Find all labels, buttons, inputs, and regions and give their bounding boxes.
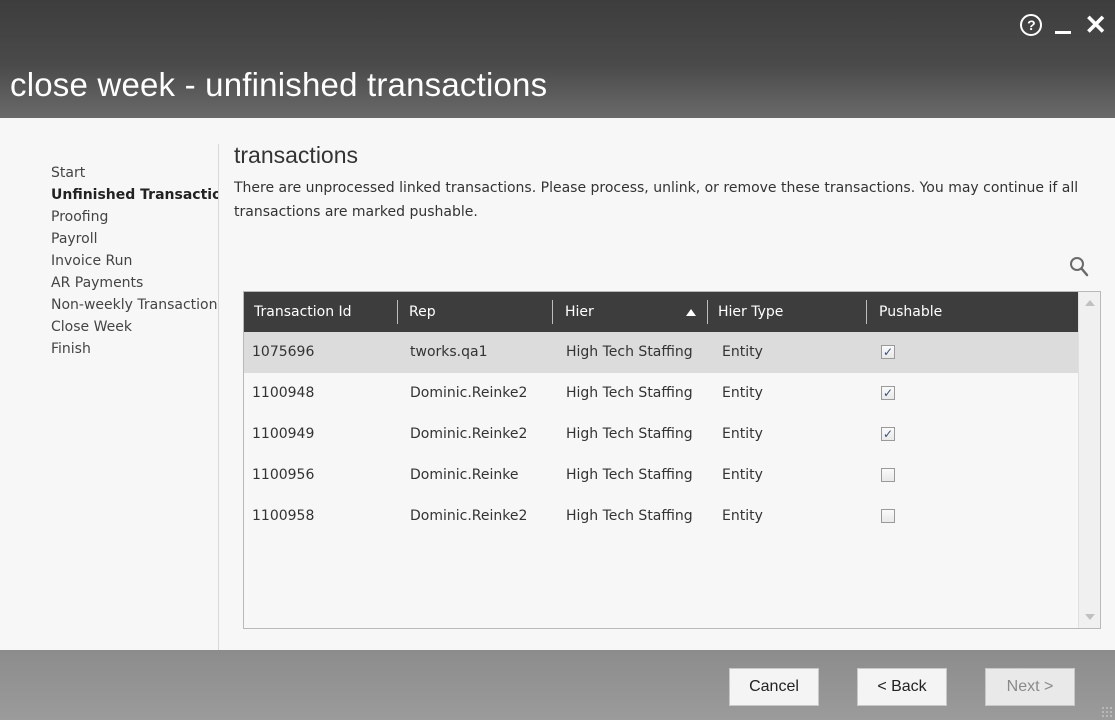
window-title: close week - unfinished transactions — [10, 66, 548, 103]
title-bar: close week - unfinished transactions ? ✕ — [0, 0, 1115, 118]
column-header-transaction-id[interactable]: Transaction Id — [244, 292, 396, 332]
wizard-footer: Cancel < Back Next > — [0, 650, 1115, 720]
table-row[interactable]: 1100949 Dominic.Reinke2 High Tech Staffi… — [244, 414, 1078, 455]
cell-transaction-id: 1100956 — [252, 467, 315, 483]
column-header-hier[interactable]: Hier — [555, 292, 707, 332]
next-button[interactable]: Next > — [985, 668, 1075, 706]
scroll-down-icon[interactable] — [1085, 614, 1095, 620]
step-proofing[interactable]: Proofing — [51, 206, 219, 228]
help-icon[interactable]: ? — [1020, 14, 1043, 36]
cell-transaction-id: 1100958 — [252, 508, 315, 524]
step-ar-payments[interactable]: AR Payments — [51, 272, 219, 294]
cell-hier: High Tech Staffing — [566, 467, 693, 483]
step-payroll[interactable]: Payroll — [51, 228, 219, 250]
table-row[interactable]: 1075696 tworks.qa1 High Tech Staffing En… — [244, 332, 1078, 373]
resize-grip-icon[interactable] — [1101, 706, 1113, 718]
column-header-pushable[interactable]: Pushable — [869, 292, 1049, 332]
cell-transaction-id: 1100949 — [252, 426, 315, 442]
search-icon[interactable] — [1069, 256, 1089, 278]
wizard-steps-nav: Start Unfinished Transactions Proofing P… — [51, 162, 219, 360]
column-separator — [397, 300, 398, 324]
cell-hier: High Tech Staffing — [566, 426, 693, 442]
cell-hier: High Tech Staffing — [566, 508, 693, 524]
step-non-weekly-transactions[interactable]: Non-weekly Transactions — [51, 294, 219, 316]
cell-rep: tworks.qa1 — [410, 344, 488, 360]
grid-rows: 1075696 tworks.qa1 High Tech Staffing En… — [244, 332, 1078, 537]
step-start[interactable]: Start — [51, 162, 219, 184]
section-description: There are unprocessed linked transaction… — [234, 180, 1079, 220]
cancel-button[interactable]: Cancel — [729, 668, 819, 706]
section-title: transactions — [234, 142, 359, 168]
sort-ascending-icon — [686, 309, 696, 316]
step-finish[interactable]: Finish — [51, 338, 219, 360]
pushable-checkbox[interactable]: ✓ — [881, 386, 895, 400]
pushable-checkbox[interactable]: ✓ — [881, 345, 895, 359]
cell-transaction-id: 1075696 — [252, 344, 315, 360]
cell-hier-type: Entity — [722, 508, 763, 524]
column-separator — [552, 300, 553, 324]
minimize-icon[interactable] — [1054, 14, 1072, 36]
table-row[interactable]: 1100948 Dominic.Reinke2 High Tech Staffi… — [244, 373, 1078, 414]
cell-rep: Dominic.Reinke2 — [410, 508, 528, 524]
wizard-window: close week - unfinished transactions ? ✕… — [0, 0, 1115, 720]
cell-rep: Dominic.Reinke2 — [410, 385, 528, 401]
back-button[interactable]: < Back — [857, 668, 947, 706]
transactions-grid: Transaction Id Rep Hier Hier Type Pushab… — [243, 291, 1101, 629]
column-header-hier-type[interactable]: Hier Type — [708, 292, 858, 332]
cell-hier: High Tech Staffing — [566, 385, 693, 401]
scroll-up-icon[interactable] — [1085, 300, 1095, 306]
column-separator — [866, 300, 867, 324]
pushable-checkbox[interactable] — [881, 509, 895, 523]
cell-rep: Dominic.Reinke — [410, 467, 519, 483]
sidebar-divider — [218, 144, 219, 650]
pushable-checkbox[interactable]: ✓ — [881, 427, 895, 441]
column-header-rep[interactable]: Rep — [399, 292, 551, 332]
step-close-week[interactable]: Close Week — [51, 316, 219, 338]
cell-hier-type: Entity — [722, 344, 763, 360]
cell-hier: High Tech Staffing — [566, 344, 693, 360]
step-invoice-run[interactable]: Invoice Run — [51, 250, 219, 272]
cell-rep: Dominic.Reinke2 — [410, 426, 528, 442]
content-area: Start Unfinished Transactions Proofing P… — [0, 118, 1115, 650]
step-unfinished-transactions[interactable]: Unfinished Transactions — [51, 184, 219, 206]
cell-hier-type: Entity — [722, 385, 763, 401]
cell-hier-type: Entity — [722, 467, 763, 483]
grid-scrollbar[interactable] — [1078, 292, 1100, 628]
table-row[interactable]: 1100958 Dominic.Reinke2 High Tech Staffi… — [244, 496, 1078, 537]
close-icon[interactable]: ✕ — [1084, 12, 1107, 39]
table-row[interactable]: 1100956 Dominic.Reinke High Tech Staffin… — [244, 455, 1078, 496]
cell-transaction-id: 1100948 — [252, 385, 315, 401]
cell-hier-type: Entity — [722, 426, 763, 442]
pushable-checkbox[interactable] — [881, 468, 895, 482]
window-controls: ? ✕ — [1020, 12, 1107, 39]
grid-header: Transaction Id Rep Hier Hier Type Pushab… — [244, 292, 1078, 332]
